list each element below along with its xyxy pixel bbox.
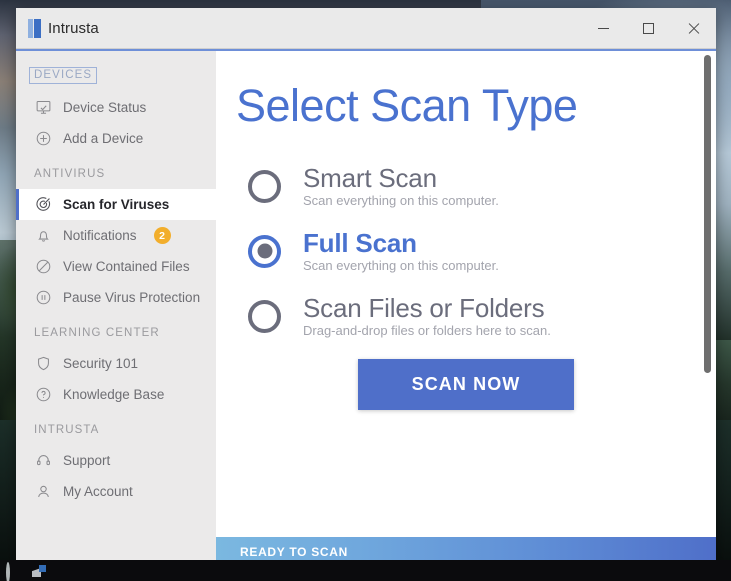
sidebar-item-add-a-device[interactable]: Add a Device xyxy=(16,123,216,154)
minimize-icon xyxy=(598,27,609,29)
minimize-button[interactable] xyxy=(581,8,626,48)
sidebar-item-label: Device Status xyxy=(63,100,147,116)
sidebar-item-label: Notifications xyxy=(63,228,137,244)
window-titlebar[interactable]: Intrusta xyxy=(16,8,716,49)
monitor-check-icon xyxy=(35,99,52,116)
windows-taskbar[interactable] xyxy=(0,560,731,581)
scan-option-text: Scan Files or Folders Drag-and-drop file… xyxy=(303,294,551,338)
scan-option-text: Full Scan Scan everything on this comput… xyxy=(303,229,499,273)
window-controls xyxy=(581,8,716,48)
sidebar-item-scan-for-viruses[interactable]: Scan for Viruses xyxy=(16,189,216,221)
sidebar-section-antivirus: ANTIVIRUS xyxy=(34,168,106,181)
scan-option-scan-files-or-folders[interactable]: Scan Files or Folders Drag-and-drop file… xyxy=(236,294,696,338)
sidebar-section-intrusta: INTRUSTA xyxy=(34,424,100,437)
main-content: Select Scan Type Smart Scan Scan everyth… xyxy=(216,51,716,567)
sidebar-item-notifications[interactable]: Notifications 2 xyxy=(16,220,216,251)
window-body: DEVICES Device Status Add a Device ANTIV… xyxy=(16,51,716,567)
bell-icon xyxy=(35,227,52,244)
radio-smart-scan[interactable] xyxy=(248,169,281,203)
scan-type-option-list: Smart Scan Scan everything on this compu… xyxy=(236,164,696,338)
intrusta-logo-icon xyxy=(28,18,43,38)
headset-icon xyxy=(35,452,52,469)
app-title: Intrusta xyxy=(48,19,99,37)
sidebar-item-pause-virus-protection[interactable]: Pause Virus Protection xyxy=(16,282,216,313)
desktop: Intrusta DEVICES Device Status Add a Dev… xyxy=(0,0,731,581)
sidebar-item-label: My Account xyxy=(63,484,133,500)
sidebar-navigation: DEVICES Device Status Add a Device ANTIV… xyxy=(16,51,216,567)
sidebar-section-devices[interactable]: DEVICES xyxy=(28,66,98,85)
sidebar-item-security-101[interactable]: Security 101 xyxy=(16,348,216,379)
sidebar-item-label: Knowledge Base xyxy=(63,387,165,403)
scan-option-subtitle: Scan everything on this computer. xyxy=(303,258,499,274)
pause-circle-icon xyxy=(35,289,52,306)
sidebar-item-device-status[interactable]: Device Status xyxy=(16,92,216,123)
cortana-icon[interactable] xyxy=(6,561,22,581)
user-icon xyxy=(35,483,52,500)
scan-now-button[interactable]: SCAN NOW xyxy=(358,359,574,411)
sidebar-section-learning-center: LEARNING CENTER xyxy=(34,327,160,340)
sidebar-item-support[interactable]: Support xyxy=(16,445,216,476)
block-circle-icon xyxy=(35,258,52,275)
sidebar-item-label: Support xyxy=(63,453,111,469)
sidebar-item-label: Scan for Viruses xyxy=(63,197,170,213)
scan-option-subtitle: Drag-and-drop files or folders here to s… xyxy=(303,323,551,339)
sidebar-item-view-contained-files[interactable]: View Contained Files xyxy=(16,251,216,282)
status-text: READY TO SCAN xyxy=(240,545,349,559)
page-title: Select Scan Type xyxy=(236,80,578,131)
sidebar-item-label: View Contained Files xyxy=(63,259,190,275)
scan-option-title: Smart Scan xyxy=(303,163,437,193)
shield-icon xyxy=(35,355,52,372)
scan-option-title: Full Scan xyxy=(303,228,417,259)
scan-option-subtitle: Scan everything on this computer. xyxy=(303,193,499,209)
sidebar-item-knowledge-base[interactable]: Knowledge Base xyxy=(16,379,216,410)
close-button[interactable] xyxy=(671,8,716,48)
scan-target-icon xyxy=(35,196,52,213)
scan-option-title: Scan Files or Folders xyxy=(303,293,545,324)
microsoft-store-icon[interactable] xyxy=(32,564,46,577)
notifications-badge: 2 xyxy=(153,227,171,245)
titlebar-brand: Intrusta xyxy=(16,18,99,38)
scan-option-text: Smart Scan Scan everything on this compu… xyxy=(303,164,499,208)
sidebar-item-label: Add a Device xyxy=(63,131,144,147)
sidebar-item-label: Security 101 xyxy=(63,356,139,372)
sidebar-item-label: Pause Virus Protection xyxy=(63,290,201,306)
sidebar-item-my-account[interactable]: My Account xyxy=(16,476,216,507)
content-scrollbar[interactable] xyxy=(702,55,713,533)
close-icon xyxy=(687,22,700,35)
intrusta-app-window: Intrusta DEVICES Device Status Add a Dev… xyxy=(16,8,716,567)
question-circle-icon xyxy=(35,386,52,403)
content-scroll-area: Select Scan Type Smart Scan Scan everyth… xyxy=(216,51,716,537)
radio-full-scan[interactable] xyxy=(248,234,281,268)
maximize-icon xyxy=(643,22,654,34)
scan-option-smart-scan[interactable]: Smart Scan Scan everything on this compu… xyxy=(236,164,696,208)
maximize-button[interactable] xyxy=(626,8,671,48)
plus-circle-icon xyxy=(35,130,52,147)
scrollbar-thumb[interactable] xyxy=(704,55,711,373)
radio-scan-files-or-folders[interactable] xyxy=(248,299,281,333)
scan-option-full-scan[interactable]: Full Scan Scan everything on this comput… xyxy=(236,229,696,273)
